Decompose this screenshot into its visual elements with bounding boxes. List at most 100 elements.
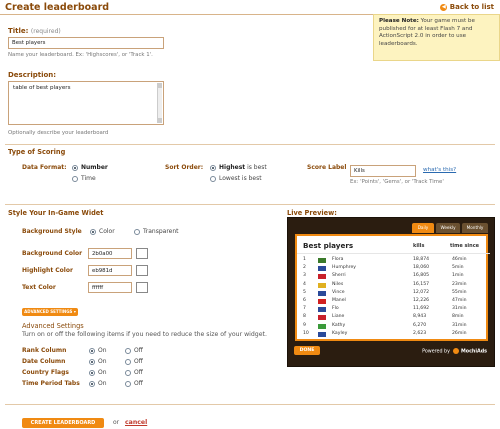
preview-title: Best players [303, 241, 354, 250]
date-column-off[interactable]: Off [125, 358, 143, 365]
leaderboard-row: 5 Vince 12,072 55min [297, 290, 486, 298]
column-kills: kills [413, 243, 425, 249]
leaderboard-row: 9 Kathy 6,270 31min [297, 323, 486, 331]
data-format-time-label: Time [81, 175, 96, 182]
leaderboard-row: 7 Flo 11,692 31min [297, 306, 486, 314]
country-flag-icon [318, 266, 326, 272]
text-color-label: Text Color [22, 284, 56, 291]
description-textarea[interactable]: table of best players [8, 81, 164, 125]
scroll-down-arrow-icon[interactable] [158, 118, 162, 123]
bg-style-transparent-label: Transparent [143, 228, 179, 235]
score-label-input[interactable]: Kills [350, 165, 416, 177]
score-label-label: Score Label [307, 164, 347, 171]
bg-style-color-label: Color [99, 228, 115, 235]
done-button[interactable]: DONE [294, 346, 320, 355]
data-format-number-radio[interactable] [72, 164, 78, 171]
highlight-color-input[interactable]: eb981d [88, 265, 132, 276]
row-time: 26min [452, 330, 467, 336]
row-time: 47min [452, 298, 467, 303]
live-preview-heading: Live Preview: [287, 209, 337, 217]
country-flags-on-radio[interactable] [89, 369, 95, 376]
advanced-settings-button[interactable]: ADVANCED SETTINGS ▾ [22, 308, 78, 316]
time-period-tabs-off-radio[interactable] [125, 380, 131, 387]
data-format-label: Data Format: [22, 164, 67, 171]
tab-daily[interactable]: Daily [412, 223, 434, 233]
style-heading: Style Your In-Game Widet [8, 209, 104, 217]
date-column-on-radio[interactable] [89, 358, 95, 365]
create-leaderboard-button[interactable]: CREATE LEADERBOARD [22, 418, 104, 428]
date-column-on-label: On [98, 358, 107, 365]
powered-by: Powered by MochiAds [422, 348, 487, 355]
rank-column-off-radio[interactable] [125, 347, 131, 354]
bg-style-transparent-option[interactable]: Transparent [134, 228, 179, 235]
bg-style-color-radio[interactable] [90, 228, 96, 235]
advanced-settings-label: ADVANCED SETTINGS [24, 309, 73, 314]
title-label-text: Title: [8, 27, 29, 35]
bg-style-transparent-radio[interactable] [134, 228, 140, 235]
back-to-list-link[interactable]: ◀ Back to list [440, 3, 494, 11]
country-flags-on[interactable]: On [89, 369, 107, 376]
highlight-color-label: Highlight Color [22, 267, 73, 274]
row-time: 5min [452, 265, 464, 271]
sort-lowest-radio[interactable] [210, 175, 216, 182]
row-name: Liane [332, 314, 345, 320]
row-name: Kathy [332, 322, 346, 328]
text-color-input[interactable]: ffffff [88, 282, 132, 293]
row-time: 55min [452, 289, 467, 295]
sort-lowest-option[interactable]: Lowest is best [210, 175, 262, 182]
sort-highest-radio[interactable] [210, 164, 216, 171]
time-period-tabs-on[interactable]: On [89, 380, 107, 387]
bg-color-swatch[interactable] [136, 248, 148, 259]
text-color-swatch[interactable] [136, 282, 148, 293]
rank-column-off[interactable]: Off [125, 347, 143, 354]
date-column-off-radio[interactable] [125, 358, 131, 365]
row-kills: 6,270 [413, 322, 427, 328]
title-input[interactable]: Best players [8, 37, 164, 49]
country-flag-icon [318, 258, 326, 263]
time-period-tabs-off[interactable]: Off [125, 380, 143, 387]
textarea-scrollbar[interactable] [157, 83, 162, 123]
rank-column-label: Rank Column [22, 347, 67, 354]
description-label: Description: [8, 71, 57, 79]
bg-style-color-option[interactable]: Color [90, 228, 115, 235]
data-format-number-option[interactable]: Number [72, 164, 108, 171]
tab-monthly[interactable]: Monthly [462, 223, 488, 233]
sort-highest-option[interactable]: Highest is best [210, 164, 267, 171]
country-flag-icon [318, 307, 326, 313]
row-name: Niles [332, 281, 344, 287]
scoring-divider [5, 144, 495, 145]
row-kills: 16,157 [413, 281, 430, 287]
tab-weekly[interactable]: Weekly [436, 223, 460, 233]
country-flag-icon [318, 290, 326, 296]
country-flag-icon [318, 315, 326, 321]
row-rank: 6 [303, 298, 306, 303]
country-flags-off-radio[interactable] [125, 369, 131, 376]
whats-this-link[interactable]: what's this? [423, 167, 456, 173]
mochiads-brand: MochiAds [461, 349, 487, 355]
data-format-time-radio[interactable] [72, 175, 78, 182]
rank-column-on[interactable]: On [89, 347, 107, 354]
score-label-hint: Ex: 'Points', 'Gems', or 'Track Time' [350, 179, 444, 185]
row-kills: 18,060 [413, 265, 430, 271]
row-time: 46min [452, 257, 467, 262]
data-format-time-option[interactable]: Time [72, 175, 96, 182]
time-period-tabs-on-radio[interactable] [89, 380, 95, 387]
cancel-link[interactable]: cancel [125, 419, 147, 426]
country-flags-off[interactable]: Off [125, 369, 143, 376]
row-kills: 11,692 [413, 306, 430, 312]
style-divider [5, 204, 495, 205]
date-column-on[interactable]: On [89, 358, 107, 365]
row-name: Sherri [332, 273, 346, 279]
bg-color-input[interactable]: 2b0a00 [88, 248, 132, 259]
time-period-tabs-off-label: Off [134, 380, 143, 387]
row-kills: 18,874 [413, 257, 430, 262]
rank-column-on-radio[interactable] [89, 347, 95, 354]
footer-divider [5, 404, 495, 405]
advanced-heading: Advanced Settings [22, 322, 84, 330]
row-time: 31min [452, 322, 467, 328]
scroll-up-arrow-icon[interactable] [158, 83, 162, 88]
row-time: 23min [452, 281, 467, 287]
row-rank: 2 [303, 265, 306, 271]
bg-color-label: Background Color [22, 250, 83, 257]
highlight-color-swatch[interactable] [136, 265, 148, 276]
